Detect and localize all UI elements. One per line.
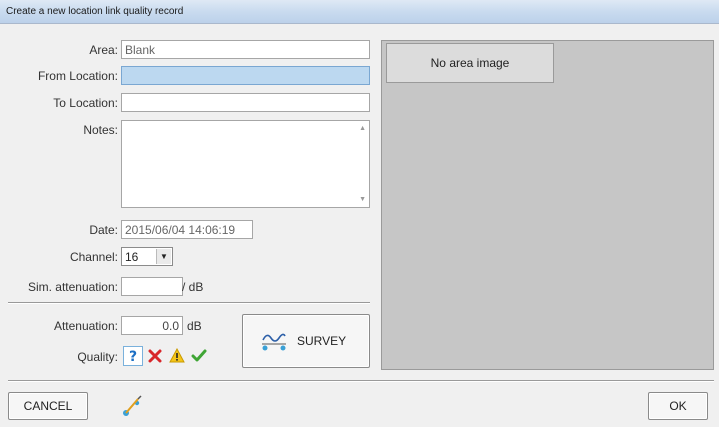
survey-button[interactable]: SURVEY bbox=[242, 314, 370, 368]
dialog-window: Create a new location link quality recor… bbox=[0, 0, 719, 427]
channel-label: Channel: bbox=[69, 250, 118, 264]
quality-unknown-button[interactable]: ? bbox=[123, 346, 143, 366]
notes-textarea[interactable]: ▲ ▼ bbox=[121, 120, 370, 208]
to-location-label: To Location: bbox=[53, 96, 118, 110]
ok-button[interactable]: OK bbox=[648, 392, 708, 420]
red-x-icon bbox=[148, 349, 162, 363]
cancel-button[interactable]: CANCEL bbox=[8, 392, 88, 420]
channel-select[interactable]: 16 ▼ bbox=[121, 247, 173, 266]
notes-label: Notes: bbox=[83, 123, 118, 137]
area-image-panel: No area image bbox=[381, 40, 714, 370]
svg-text:?: ? bbox=[129, 349, 137, 364]
date-field: 2015/06/04 14:06:19 bbox=[121, 220, 253, 239]
ok-label: OK bbox=[669, 399, 687, 413]
sim-attenuation-input[interactable] bbox=[121, 277, 183, 296]
green-check-icon bbox=[191, 349, 207, 362]
quality-bad-button[interactable] bbox=[145, 346, 165, 366]
scroll-down-icon[interactable]: ▼ bbox=[359, 196, 366, 203]
title-bar[interactable]: Create a new location link quality recor… bbox=[0, 0, 719, 24]
quality-warning-button[interactable] bbox=[167, 346, 187, 366]
quality-good-button[interactable] bbox=[189, 346, 209, 366]
attenuation-unit: dB bbox=[187, 319, 202, 333]
sim-attenuation-label: Sim. attenuation: bbox=[27, 280, 118, 294]
question-icon: ? bbox=[129, 349, 137, 364]
signal-graph-icon bbox=[262, 333, 286, 351]
channel-value: 16 bbox=[125, 250, 139, 264]
sim-attenuation-unit: / dB bbox=[182, 280, 204, 294]
link-tool-icon bbox=[123, 395, 142, 416]
survey-label: SURVEY bbox=[297, 334, 347, 348]
link-tool-button[interactable] bbox=[120, 392, 146, 420]
window-title: Create a new location link quality recor… bbox=[6, 6, 184, 17]
from-location-label: From Location: bbox=[37, 69, 118, 83]
date-label: Date: bbox=[89, 223, 118, 237]
from-location-input[interactable] bbox=[121, 66, 370, 85]
warning-triangle-icon bbox=[169, 348, 185, 363]
attenuation-input[interactable]: 0.0 bbox=[121, 316, 183, 335]
dialog-content: Area: Blank From Location: To Location: … bbox=[8, 30, 714, 427]
to-location-input[interactable] bbox=[121, 93, 370, 112]
form-divider bbox=[8, 302, 370, 304]
no-image-placeholder: No area image bbox=[386, 43, 554, 83]
cancel-label: CANCEL bbox=[23, 399, 73, 413]
no-image-text: No area image bbox=[430, 56, 510, 70]
quality-label: Quality: bbox=[77, 350, 118, 364]
area-label: Area: bbox=[89, 43, 118, 57]
chevron-down-icon[interactable]: ▼ bbox=[156, 249, 171, 264]
scroll-up-icon[interactable]: ▲ bbox=[359, 125, 366, 132]
area-field: Blank bbox=[121, 40, 370, 59]
attenuation-label: Attenuation: bbox=[53, 319, 118, 333]
footer-divider bbox=[8, 380, 714, 382]
